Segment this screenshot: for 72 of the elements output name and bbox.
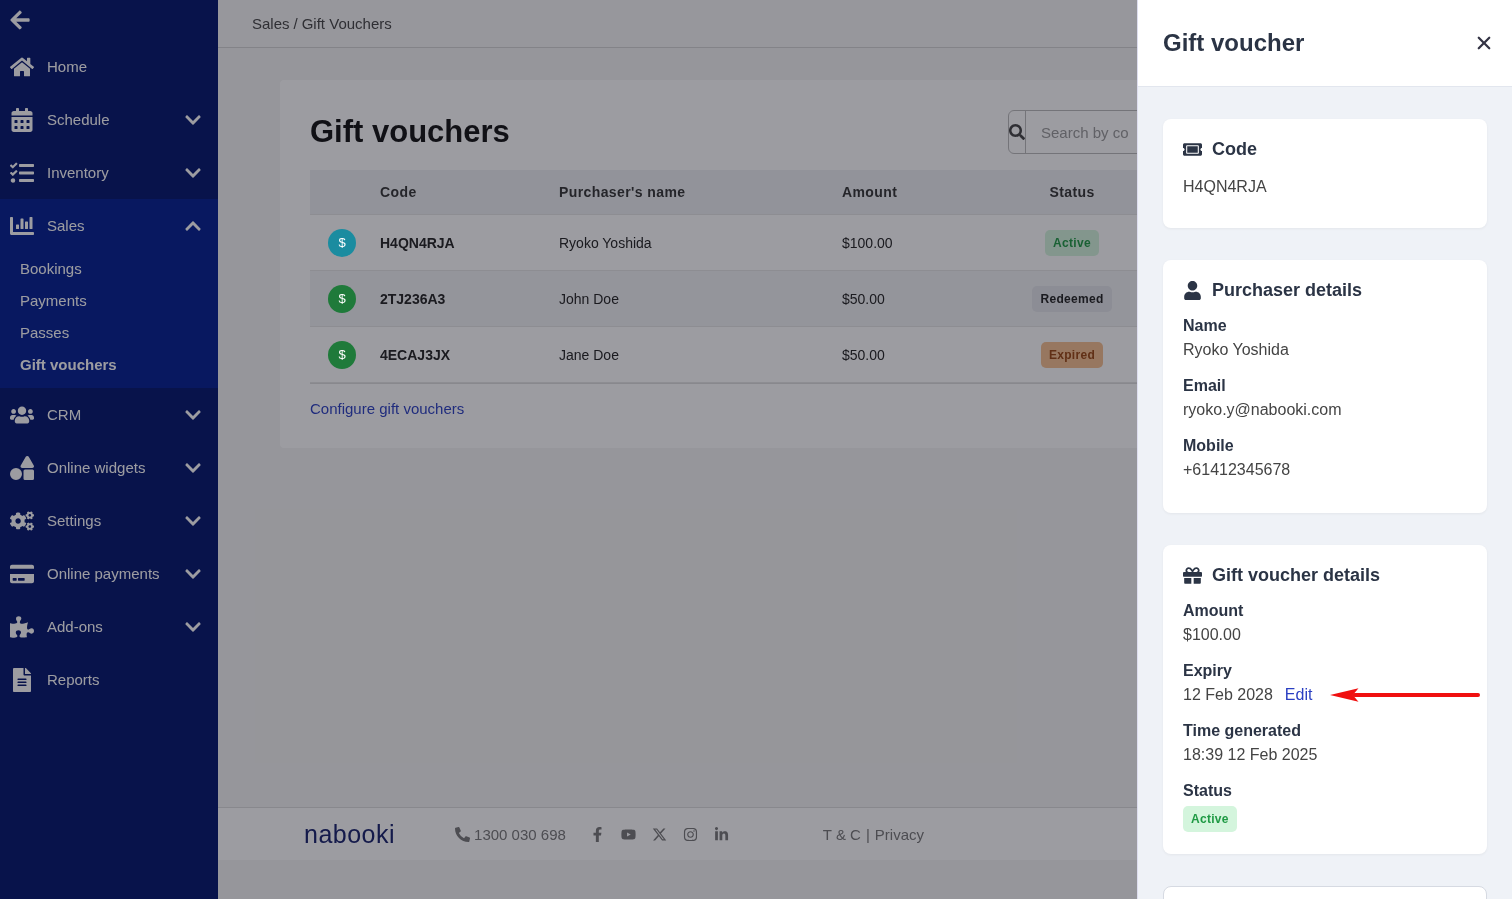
dollar-icon: $: [328, 284, 356, 313]
nav-item[interactable]: Add-ons: [0, 600, 218, 653]
column-header: Purchaser's name: [559, 184, 687, 200]
status-badge: Active: [1183, 806, 1237, 832]
puzzle-icon: [9, 614, 35, 639]
field-value: $100.00: [1183, 626, 1242, 644]
breadcrumb-separator: /: [293, 15, 298, 32]
card-title: Code: [1212, 139, 1257, 160]
breadcrumb-item[interactable]: Gift Vouchers: [301, 15, 392, 32]
arrow-left-icon: [9, 9, 31, 31]
edit-link[interactable]: Edit: [1284, 686, 1313, 704]
column-header: Amount: [842, 184, 899, 200]
link-separator: |: [865, 825, 870, 843]
nav-item[interactable]: Reports: [0, 653, 218, 706]
nav-subitem[interactable]: Payments: [0, 284, 107, 316]
field-label: Mobile: [1183, 437, 1235, 455]
breadcrumb-item[interactable]: Sales: [252, 15, 290, 32]
field-value: Ryoko Yoshida: [1183, 341, 1290, 359]
field-value: +61412345678: [1183, 461, 1292, 479]
ticket-icon: [1183, 140, 1202, 159]
table-cell-text: Ryoko Yoshida: [559, 234, 653, 251]
user-icon: [1183, 281, 1202, 300]
nav-item[interactable]: Inventory: [0, 146, 218, 199]
field-label: Email: [1183, 377, 1227, 395]
page-title: Gift vouchers: [310, 114, 510, 150]
nav-item[interactable]: CRM: [0, 388, 218, 441]
card-title: Purchaser details: [1212, 280, 1363, 301]
shapes-icon: [9, 455, 35, 480]
table-cell-text: $50.00: [842, 290, 886, 307]
column-header: Code: [380, 184, 418, 200]
field-label: Time generated: [1183, 722, 1302, 740]
table-cell-text: H4QN4RJA: [380, 234, 456, 251]
search-field[interactable]: Search by co: [1008, 110, 1137, 154]
dollar-icon: $: [328, 340, 356, 369]
nav-item[interactable]: Online payments: [0, 547, 218, 600]
phone-icon: [455, 826, 471, 842]
field-label: Status: [1183, 782, 1233, 800]
code-value: H4QN4RJA: [1183, 178, 1268, 196]
nav-item[interactable]: Settings: [0, 494, 218, 547]
field-value: 18:39 12 Feb 2025: [1183, 746, 1319, 764]
table-cell-text: 4ECAJ3JX: [380, 346, 452, 363]
configure-link[interactable]: Configure gift vouchers: [310, 400, 465, 417]
nav-subitem[interactable]: Passes: [0, 316, 90, 348]
nav-item[interactable]: Home: [0, 40, 218, 93]
column-header: Status: [1048, 184, 1096, 200]
checklist-icon: [9, 160, 35, 185]
field-value: ryoko.y@nabooki.com: [1183, 401, 1343, 419]
field-value: 12 Feb 2028: [1183, 686, 1273, 704]
logo: nabooki: [304, 819, 396, 849]
field-label: Expiry: [1183, 662, 1233, 680]
nav-item[interactable]: Schedule: [0, 93, 218, 146]
table-cell-text: $50.00: [842, 346, 886, 363]
nav-subitem[interactable]: Gift vouchers: [0, 348, 137, 380]
nav-item[interactable]: Online widgets: [0, 441, 218, 494]
card-title: Gift voucher details: [1212, 565, 1381, 586]
status-badge: Redeemed: [1032, 285, 1112, 312]
field-label: Amount: [1183, 602, 1245, 620]
table-cell-text: 2TJ236A3: [380, 290, 447, 307]
calendar-icon: [9, 107, 35, 132]
status-badge: Active: [1045, 229, 1099, 256]
drawer-title: Gift voucher: [1163, 29, 1305, 57]
dollar-icon: $: [328, 228, 356, 257]
table-cell-text: $100.00: [842, 234, 894, 251]
field-label: Name: [1183, 317, 1228, 335]
table-cell-text: Jane Doe: [559, 346, 620, 363]
gift-icon: [1183, 566, 1202, 585]
status-badge: Expired: [1040, 341, 1104, 368]
gears-icon: [9, 508, 35, 533]
nav-subitem[interactable]: Bookings: [0, 252, 102, 284]
phone-number: 1300 030 698: [474, 825, 566, 843]
nav-item[interactable]: Sales: [0, 199, 218, 252]
table-cell-text: John Doe: [559, 290, 620, 307]
